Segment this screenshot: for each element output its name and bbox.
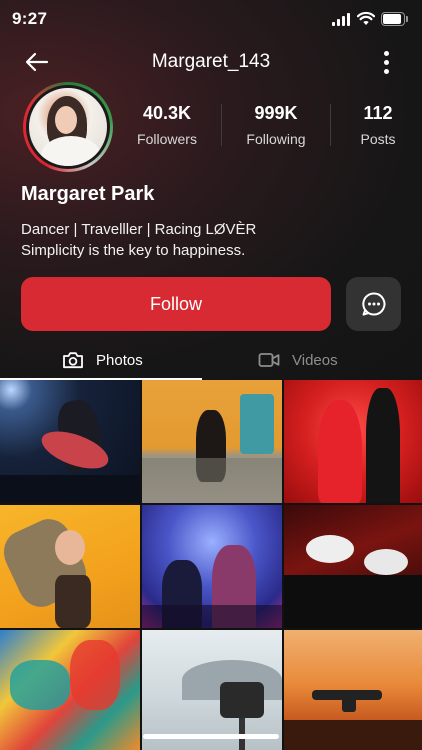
photo-tile[interactable] <box>0 505 140 628</box>
status-time: 9:27 <box>12 9 48 28</box>
stat-posts[interactable]: 112 Posts <box>328 103 422 147</box>
stat-followers[interactable]: 40.3K Followers <box>117 103 217 147</box>
photo-tile[interactable] <box>0 630 140 750</box>
stat-following[interactable]: 999K Following <box>226 103 326 147</box>
more-dot-icon <box>383 50 389 56</box>
battery-icon <box>381 12 408 26</box>
photo-tile[interactable] <box>142 380 282 503</box>
tab-videos-label: Videos <box>292 351 338 369</box>
followers-label: Followers <box>137 131 197 147</box>
bio-line: Simplicity is the key to happiness. <box>21 242 246 259</box>
tab-photos[interactable]: Photos <box>62 342 143 378</box>
photo-tile[interactable] <box>284 630 422 750</box>
home-indicator <box>143 734 279 739</box>
more-dot-icon <box>383 68 389 74</box>
more-dot-icon <box>383 59 389 65</box>
wifi-icon <box>357 11 375 25</box>
profile-bio: Dancer | Travelller | Racing LØVÈR Simpl… <box>21 219 256 261</box>
chat-bubble-icon <box>361 292 385 316</box>
posts-count: 112 <box>363 103 393 123</box>
photo-tile[interactable] <box>284 380 422 503</box>
more-options-button[interactable] <box>372 47 400 77</box>
followers-count: 40.3K <box>142 103 192 123</box>
photo-grid <box>0 380 422 750</box>
avatar-photo <box>26 85 110 169</box>
tab-photos-label: Photos <box>96 351 143 369</box>
stat-divider <box>221 104 222 146</box>
message-button[interactable] <box>346 277 401 331</box>
posts-label: Posts <box>360 131 396 147</box>
camera-icon <box>63 352 83 369</box>
photo-tile[interactable] <box>142 505 282 628</box>
status-bar: 9:27 <box>0 0 422 38</box>
signal-icon <box>332 13 352 26</box>
profile-name: Margaret Park <box>21 183 155 205</box>
avatar[interactable] <box>23 82 113 172</box>
tab-videos[interactable]: Videos <box>258 342 338 378</box>
username-title: Margaret_143 <box>151 51 271 72</box>
photo-tile[interactable] <box>0 380 140 503</box>
video-camera-icon <box>258 353 280 367</box>
following-count: 999K <box>254 103 298 123</box>
photo-tile[interactable] <box>284 505 422 628</box>
photo-tile[interactable] <box>142 630 282 750</box>
following-label: Following <box>246 131 306 147</box>
follow-button[interactable]: Follow <box>21 277 331 331</box>
bio-line: Dancer | Travelller | Racing LØVÈR <box>21 221 257 238</box>
